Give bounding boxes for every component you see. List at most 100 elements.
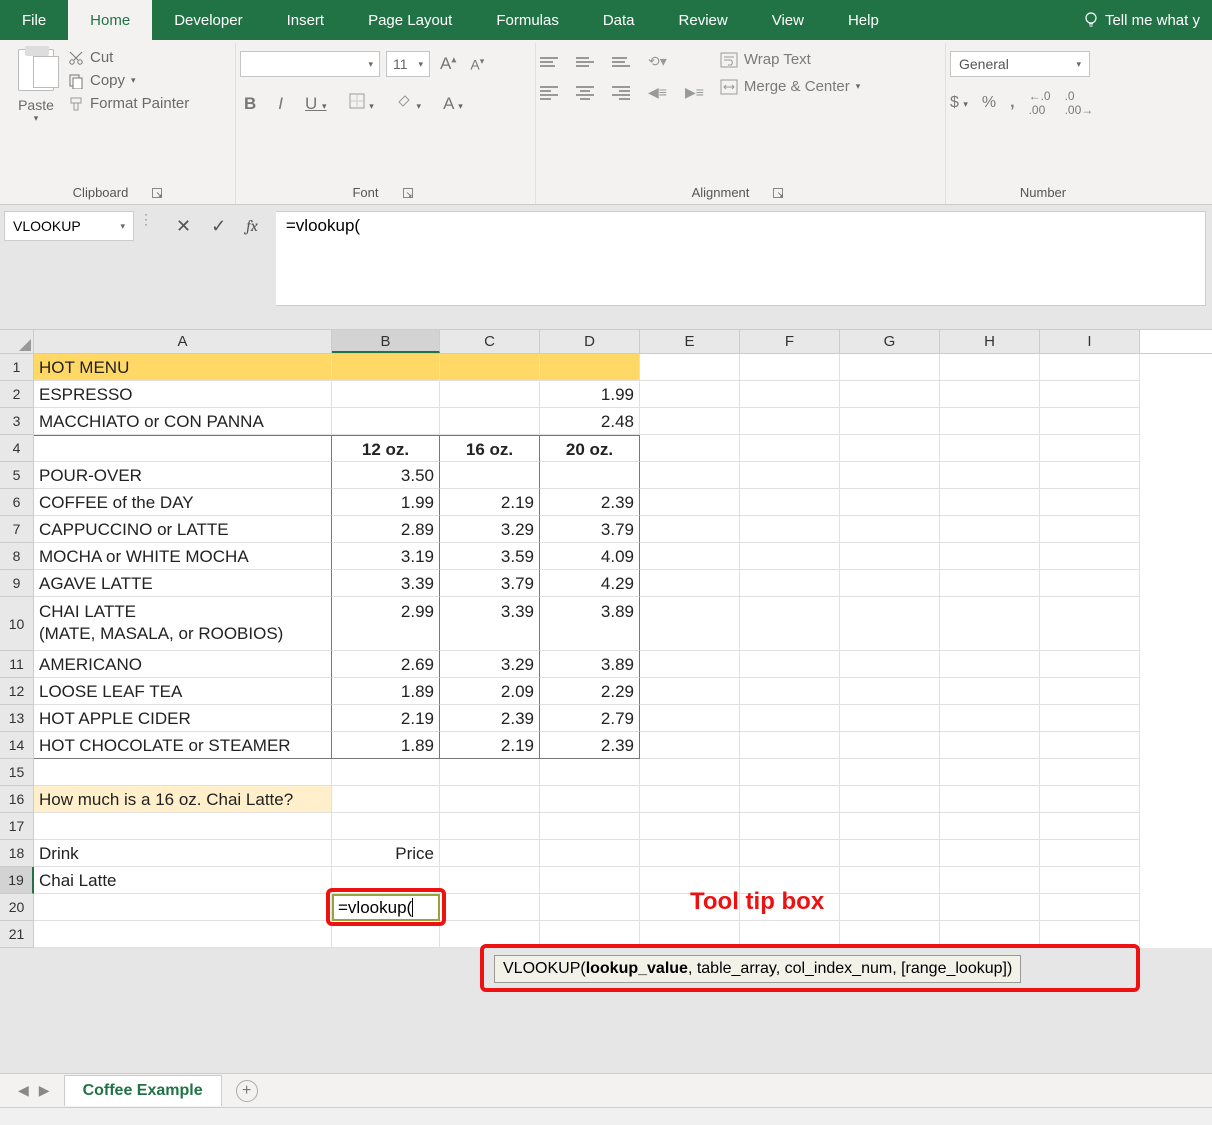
cell-C6[interactable]: 2.19 [440, 489, 540, 516]
cell-C3[interactable] [440, 408, 540, 435]
row-header[interactable]: 8 [0, 543, 34, 570]
cell-empty[interactable] [840, 651, 940, 678]
cell-C7[interactable]: 3.29 [440, 516, 540, 543]
cell-A12[interactable]: LOOSE LEAF TEA [34, 678, 332, 705]
cell-B6[interactable]: 1.99 [332, 489, 440, 516]
row-header[interactable]: 16 [0, 786, 34, 813]
cut-button[interactable]: Cut [68, 49, 189, 66]
enter-formula-icon[interactable]: ✓ [211, 216, 226, 237]
editing-cell-B19[interactable]: =vlookup( [332, 894, 440, 921]
cell-A8[interactable]: MOCHA or WHITE MOCHA [34, 543, 332, 570]
cell-empty[interactable] [940, 732, 1040, 759]
cell-B12[interactable]: 1.89 [332, 678, 440, 705]
cell-D5[interactable] [540, 462, 640, 489]
tab-home[interactable]: Home [68, 0, 152, 40]
cell-empty[interactable] [840, 732, 940, 759]
number-format-combo[interactable]: General▾ [950, 51, 1090, 77]
font-size-combo[interactable]: 11▾ [386, 51, 430, 77]
cell-empty[interactable] [1040, 921, 1140, 948]
row-header[interactable]: 4 [0, 435, 34, 462]
cell-C18[interactable] [440, 840, 540, 867]
cell-empty[interactable] [940, 759, 1040, 786]
row-header[interactable]: 12 [0, 678, 34, 705]
cell-empty[interactable] [1040, 678, 1140, 705]
tab-review[interactable]: Review [657, 0, 750, 40]
cell-D19[interactable] [540, 867, 640, 894]
row-header[interactable]: 15 [0, 759, 34, 786]
cell-empty[interactable] [1040, 516, 1140, 543]
cell-empty[interactable] [640, 489, 740, 516]
col-header-C[interactable]: C [440, 330, 540, 353]
cell-empty[interactable] [640, 570, 740, 597]
cell-A6[interactable]: COFFEE of the DAY [34, 489, 332, 516]
tab-data[interactable]: Data [581, 0, 657, 40]
cell-D7[interactable]: 3.79 [540, 516, 640, 543]
cell-empty[interactable] [740, 651, 840, 678]
italic-button[interactable]: I [274, 92, 287, 116]
cell-D17[interactable] [540, 813, 640, 840]
cell-B9[interactable]: 3.39 [332, 570, 440, 597]
cell-empty[interactable] [1040, 462, 1140, 489]
cell-empty[interactable] [1040, 705, 1140, 732]
wrap-text-button[interactable]: Wrap Text [720, 51, 860, 68]
cell-C20[interactable] [440, 894, 540, 921]
cell-empty[interactable] [640, 354, 740, 381]
cell-empty[interactable] [840, 705, 940, 732]
cell-empty[interactable] [940, 921, 1040, 948]
cancel-formula-icon[interactable]: ✕ [176, 216, 191, 237]
row-header[interactable]: 7 [0, 516, 34, 543]
cell-empty[interactable] [1040, 408, 1140, 435]
tab-insert[interactable]: Insert [265, 0, 347, 40]
cell-empty[interactable] [1040, 759, 1140, 786]
tab-developer[interactable]: Developer [152, 0, 264, 40]
cell-empty[interactable] [840, 516, 940, 543]
cell-B15[interactable] [332, 759, 440, 786]
cell-empty[interactable] [640, 759, 740, 786]
cell-empty[interactable] [740, 408, 840, 435]
copy-button[interactable]: Copy ▾ [68, 72, 189, 89]
cell-C11[interactable]: 3.29 [440, 651, 540, 678]
cell-empty[interactable] [640, 462, 740, 489]
cell-empty[interactable] [840, 678, 940, 705]
font-name-combo[interactable]: ▾ [240, 51, 380, 77]
row-header[interactable]: 11 [0, 651, 34, 678]
sheet-tab-active[interactable]: Coffee Example [64, 1075, 222, 1106]
col-header-B[interactable]: B [332, 330, 440, 353]
cell-empty[interactable] [940, 543, 1040, 570]
row-header[interactable]: 10 [0, 597, 34, 651]
cell-empty[interactable] [1040, 867, 1140, 894]
col-header-E[interactable]: E [640, 330, 740, 353]
cell-empty[interactable] [640, 678, 740, 705]
cell-empty[interactable] [740, 381, 840, 408]
cell-C13[interactable]: 2.39 [440, 705, 540, 732]
col-header-H[interactable]: H [940, 330, 1040, 353]
cell-empty[interactable] [740, 921, 840, 948]
cell-empty[interactable] [940, 597, 1040, 651]
row-header[interactable]: 9 [0, 570, 34, 597]
cell-empty[interactable] [1040, 813, 1140, 840]
cell-empty[interactable] [840, 786, 940, 813]
select-all-corner[interactable] [0, 330, 34, 353]
cell-B8[interactable]: 3.19 [332, 543, 440, 570]
cell-empty[interactable] [840, 570, 940, 597]
cell-empty[interactable] [640, 840, 740, 867]
cell-B3[interactable] [332, 408, 440, 435]
cell-D9[interactable]: 4.29 [540, 570, 640, 597]
cell-C19[interactable] [440, 867, 540, 894]
cell-C17[interactable] [440, 813, 540, 840]
tab-view[interactable]: View [750, 0, 826, 40]
cell-A14[interactable]: HOT CHOCOLATE or STEAMER [34, 732, 332, 759]
dialog-launcher-icon[interactable] [773, 188, 783, 198]
cell-empty[interactable] [740, 435, 840, 462]
cell-empty[interactable] [1040, 732, 1140, 759]
cell-D12[interactable]: 2.29 [540, 678, 640, 705]
col-header-D[interactable]: D [540, 330, 640, 353]
add-sheet-button[interactable]: + [236, 1080, 258, 1102]
cell-empty[interactable] [940, 462, 1040, 489]
cell-empty[interactable] [940, 516, 1040, 543]
cell-empty[interactable] [840, 813, 940, 840]
cell-C1[interactable] [440, 354, 540, 381]
cell-B18[interactable]: Price [332, 840, 440, 867]
dialog-launcher-icon[interactable] [152, 188, 162, 198]
cell-empty[interactable] [840, 894, 940, 921]
